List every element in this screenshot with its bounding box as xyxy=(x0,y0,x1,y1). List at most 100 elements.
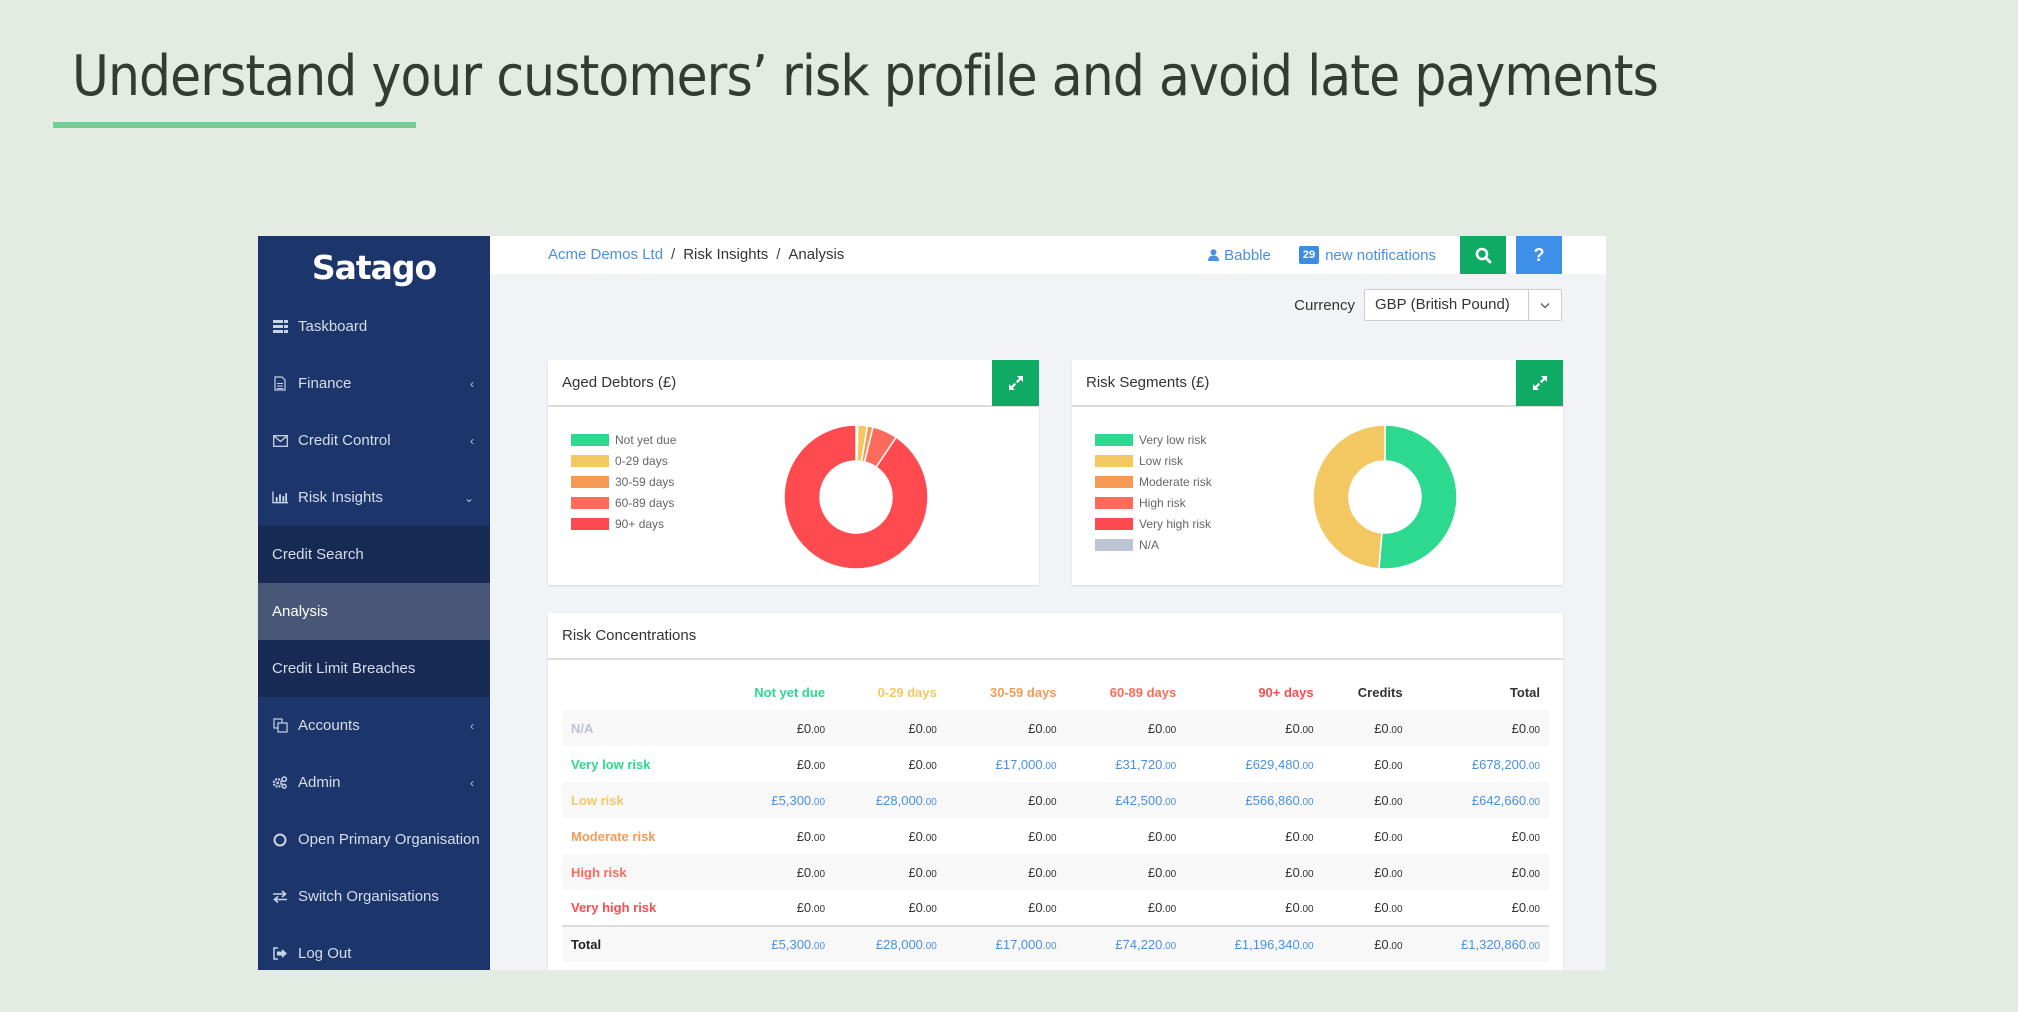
amount-cell: £0.00 xyxy=(908,828,937,844)
amount-cell[interactable]: £74,220.00 xyxy=(1065,925,1186,962)
table-row: N/A £0.00 £0.00 £0.00 £0.00 £0.00 £0.00 £0.00 xyxy=(562,710,1549,746)
amount-cell[interactable]: £5,300.00 xyxy=(708,782,835,818)
amount-cell: £0.00 xyxy=(1028,828,1057,844)
notifications-link[interactable]: 29 new notifications xyxy=(1298,246,1436,264)
amount-cell[interactable]: £17,000.00 xyxy=(945,925,1066,962)
legend-label: Moderate risk xyxy=(1139,474,1212,489)
chevron-left-icon: ‹ xyxy=(470,376,474,391)
column-header: 0-29 days xyxy=(877,684,937,700)
user-name: Babble xyxy=(1224,246,1271,264)
legend-swatch xyxy=(1095,517,1133,530)
amount-cell: £0.00 xyxy=(1411,854,1549,890)
expand-icon xyxy=(1532,375,1548,391)
legend-swatch xyxy=(1095,475,1133,488)
sidebar-item-credit-control[interactable]: Credit Control ‹ xyxy=(258,412,490,469)
sign-out-icon xyxy=(272,946,288,962)
currency-select-value: GBP (British Pound) xyxy=(1365,290,1529,320)
sidebar-item-label: Finance xyxy=(298,375,352,392)
sidebar-item-label: Credit Control xyxy=(298,432,391,449)
table-total-row: Total £5,300.00 £28,000.00 £17,000.00 £74,22… xyxy=(562,925,1549,962)
amount-cell: £0.00 xyxy=(1411,710,1549,746)
amount-cell[interactable]: £5,300.00 xyxy=(708,925,835,962)
donut-slice-low-risk[interactable] xyxy=(1312,424,1386,570)
breadcrumb-organisation[interactable]: Acme Demos Ltd xyxy=(548,246,663,263)
sidebar-item-risk-insights[interactable]: Risk Insights ⌄ xyxy=(258,469,490,526)
donut-slice-very-low-risk[interactable] xyxy=(1378,424,1458,570)
legend-item[interactable]: Not yet due xyxy=(571,429,676,450)
table-row: High risk £0.00 £0.00 £0.00 £0.00 £0.00 £0.00 £… xyxy=(562,854,1549,890)
amount-cell[interactable]: £1,196,340.00 xyxy=(1185,925,1323,962)
amount-cell[interactable]: £28,000.00 xyxy=(834,782,946,818)
amount-cell: £0.00 xyxy=(1322,854,1412,890)
chevron-left-icon: ‹ xyxy=(470,433,474,448)
breadcrumb: Acme Demos Ltd / Risk Insights / Analysis xyxy=(548,246,844,263)
amount-cell[interactable]: £642,660.00 xyxy=(1411,782,1549,818)
amount-cell[interactable]: £1,320,860.00 xyxy=(1411,925,1549,962)
sidebar-item-open-primary-organisation[interactable]: Open Primary Organisation xyxy=(258,811,490,868)
amount-cell: £0.00 xyxy=(945,854,1066,890)
chevron-down-icon[interactable] xyxy=(1529,290,1561,320)
sidebar-subitem-credit-search[interactable]: Credit Search xyxy=(258,526,490,583)
gears-icon xyxy=(272,775,288,791)
sidebar-item-finance[interactable]: Finance ‹ xyxy=(258,355,490,412)
sidebar-item-log-out[interactable]: Log Out xyxy=(258,925,490,970)
legend-swatch xyxy=(1095,433,1133,446)
table-row: Low risk £5,300.00 £28,000.00 £0.00 £42,500.… xyxy=(562,782,1549,818)
breadcrumb-separator: / xyxy=(671,246,676,263)
legend-label: 30-59 days xyxy=(615,474,675,489)
legend-item[interactable]: 90+ days xyxy=(571,513,676,534)
amount-cell: £0.00 xyxy=(1511,828,1540,844)
document-icon xyxy=(272,376,288,392)
table-row: Moderate risk £0.00 £0.00 £0.00 £0.00 £0.00 £0… xyxy=(562,818,1549,854)
amount-cell: £0.00 xyxy=(1511,900,1540,915)
amount-cell[interactable]: £566,860.00 xyxy=(1185,782,1323,818)
row-label: Moderate risk xyxy=(571,828,656,844)
sidebar-item-admin[interactable]: Admin ‹ xyxy=(258,754,490,811)
sidebar-subitem-analysis[interactable]: Analysis xyxy=(258,583,490,640)
legend-item[interactable]: 60-89 days xyxy=(571,492,676,513)
amount-cell[interactable]: £678,200.00 xyxy=(1412,746,1549,782)
search-button[interactable] xyxy=(1460,236,1506,274)
app-window: Satago Taskboard Finance ‹ Credit Contro… xyxy=(258,236,1606,970)
sidebar-item-label: Risk Insights xyxy=(298,489,384,506)
legend-item[interactable]: Very high risk xyxy=(1095,513,1212,534)
row-label: Low risk xyxy=(562,782,709,818)
amount-cell[interactable]: £17,000.00 xyxy=(946,746,1066,782)
legend-label: N/A xyxy=(1139,537,1160,552)
sidebar-subitem-credit-limit-breaches[interactable]: Credit Limit Breaches xyxy=(258,640,490,697)
aged-debtors-panel: Aged Debtors (£) Not yet due 0-29 days 30-… xyxy=(548,360,1039,585)
amount-cell: £0.00 xyxy=(1322,710,1412,746)
donut-slice-90-days[interactable] xyxy=(783,424,929,570)
legend-item[interactable]: Very low risk xyxy=(1095,429,1212,450)
legend-item[interactable]: Moderate risk xyxy=(1095,471,1212,492)
panel-title: Aged Debtors (£) xyxy=(562,374,677,391)
amount-cell: £0.00 xyxy=(945,710,1066,746)
amount-cell[interactable]: £28,000.00 xyxy=(834,925,946,962)
expand-button[interactable] xyxy=(992,360,1039,406)
amount-cell: £0.00 xyxy=(834,710,946,746)
amount-cell[interactable]: £31,720.00 xyxy=(1066,746,1186,782)
amount-cell[interactable]: £42,500.00 xyxy=(1065,782,1186,818)
sidebar-item-switch-organisations[interactable]: Switch Organisations xyxy=(258,868,490,925)
legend-item[interactable]: Low risk xyxy=(1095,450,1212,471)
title-underline xyxy=(53,122,416,128)
legend-item[interactable]: N/A xyxy=(1095,534,1212,555)
user-menu-link[interactable]: Babble xyxy=(1208,247,1271,264)
expand-button[interactable] xyxy=(1516,360,1563,406)
search-icon xyxy=(1475,247,1492,264)
amount-cell[interactable]: £629,480.00 xyxy=(1185,746,1322,782)
satago-logo[interactable]: Satago xyxy=(258,236,490,298)
bar-chart-icon xyxy=(272,490,288,506)
legend-label: Low risk xyxy=(1139,453,1184,468)
amount-cell: £0.00 xyxy=(1322,925,1412,962)
column-header: 30-59 days xyxy=(990,684,1057,700)
taskboard-icon xyxy=(272,319,288,335)
sidebar-item-taskboard[interactable]: Taskboard xyxy=(258,298,490,355)
legend-item[interactable]: 0-29 days xyxy=(571,450,676,471)
envelope-icon xyxy=(272,433,288,449)
currency-select[interactable]: GBP (British Pound) xyxy=(1364,289,1562,321)
legend-item[interactable]: High risk xyxy=(1095,492,1212,513)
sidebar-item-accounts[interactable]: Accounts ‹ xyxy=(258,697,490,754)
legend-item[interactable]: 30-59 days xyxy=(571,471,676,492)
help-button[interactable]: ? xyxy=(1516,236,1562,274)
